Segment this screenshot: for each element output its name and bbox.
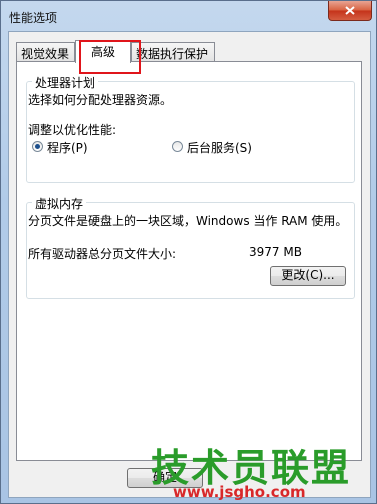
site-watermark: 技术员联盟 www.jsgho.com [151, 437, 373, 503]
virtual-memory-description: 分页文件是硬盘上的一块区域，Windows 当作 RAM 使用。 [28, 214, 348, 228]
close-button[interactable] [328, 1, 372, 21]
background-services-radio[interactable] [172, 141, 183, 152]
close-icon [345, 6, 355, 15]
watermark-url: www.jsgho.com [173, 483, 306, 501]
title-bar[interactable]: 性能选项 [1, 1, 376, 31]
performance-options-window: 性能选项 视觉效果 高级 数据执行保护 处理器计划 选择如何分配处理器资源。 调… [0, 0, 377, 504]
advanced-tab-panel: 处理器计划 选择如何分配处理器资源。 调整以优化性能: 程序(P) 后台服务(S… [16, 61, 362, 461]
programs-radio-label[interactable]: 程序(P) [47, 139, 88, 156]
change-virtual-memory-button[interactable]: 更改(C)... [270, 266, 346, 286]
processor-description: 选择如何分配处理器资源。 [28, 93, 173, 107]
tab-advanced[interactable]: 高级 [75, 40, 131, 63]
total-paging-size-value: 3977 MB [249, 245, 302, 259]
window-title: 性能选项 [9, 11, 58, 25]
virtual-memory-group: 虚拟内存 分页文件是硬盘上的一块区域，Windows 当作 RAM 使用。 所有… [26, 195, 355, 299]
tab-visual-effects[interactable]: 视觉效果 [16, 42, 75, 61]
processor-scheduling-group: 处理器计划 选择如何分配处理器资源。 调整以优化性能: 程序(P) 后台服务(S… [26, 74, 355, 183]
background-services-radio-label[interactable]: 后台服务(S) [187, 139, 252, 156]
processor-group-title: 处理器计划 [32, 74, 99, 91]
total-paging-size-label: 所有驱动器总分页文件大小: [28, 247, 177, 261]
tab-data-execution-prevention[interactable]: 数据执行保护 [131, 42, 215, 61]
dialog-client-area: 视觉效果 高级 数据执行保护 处理器计划 选择如何分配处理器资源。 调整以优化性… [8, 31, 371, 498]
programs-radio[interactable] [32, 141, 43, 152]
adjust-label: 调整以优化性能: [28, 123, 117, 137]
virtual-memory-group-title: 虚拟内存 [32, 195, 87, 212]
